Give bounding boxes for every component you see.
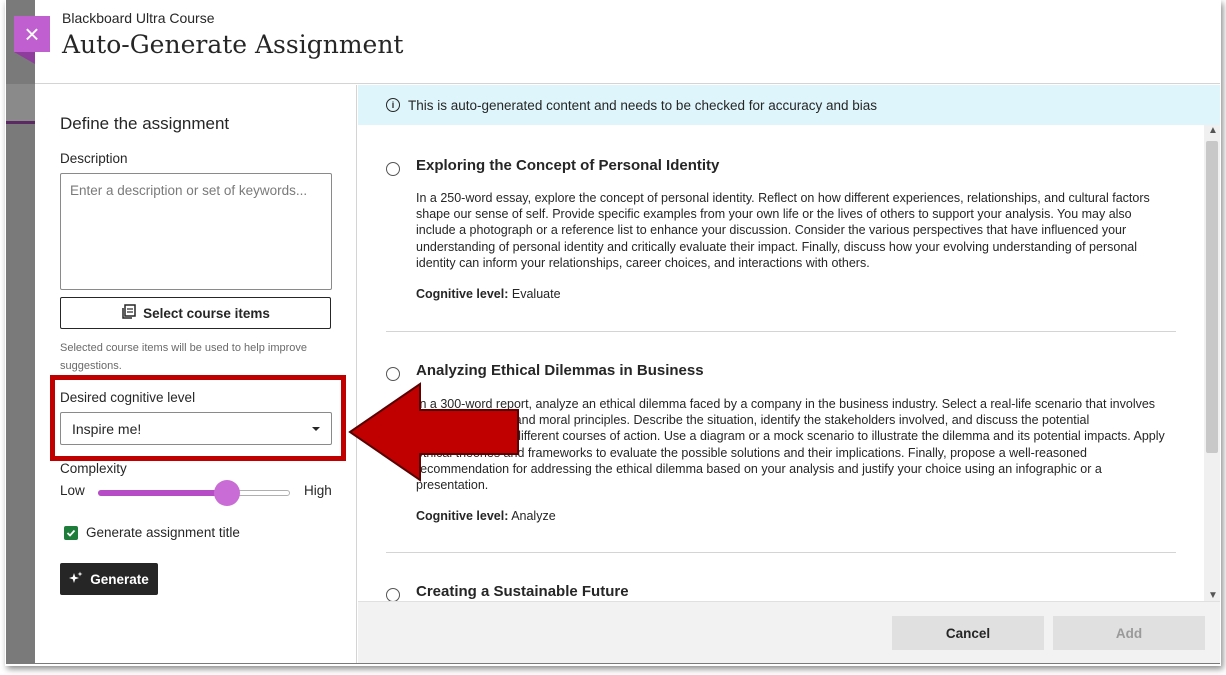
close-panel-button[interactable]: × <box>14 16 50 52</box>
sparkle-icon <box>69 571 83 588</box>
scrollbar-thumb[interactable] <box>1206 141 1218 453</box>
suggestions-list: Exploring the Concept of Personal Identi… <box>358 125 1220 601</box>
suggestion-title: Exploring the Concept of Personal Identi… <box>416 157 720 174</box>
panel-header: Blackboard Ultra Course Auto-Generate As… <box>35 0 1220 84</box>
course-breadcrumb: Blackboard Ultra Course <box>62 10 215 26</box>
form-section-title: Define the assignment <box>60 114 230 133</box>
suggestion-divider <box>386 331 1176 332</box>
description-label: Description <box>60 151 128 166</box>
page-title: Auto-Generate Assignment <box>62 30 404 59</box>
generate-button[interactable]: Generate <box>60 563 158 595</box>
suggestion-radio[interactable] <box>386 367 400 381</box>
annotation-arrow-icon <box>348 382 519 482</box>
suggestion-divider <box>386 552 1176 553</box>
complexity-high-label: High <box>304 483 332 498</box>
generate-label: Generate <box>90 571 149 587</box>
info-icon: i <box>386 98 400 112</box>
cognitive-level-text: Evaluate <box>511 287 561 301</box>
complexity-slider-row: Low High <box>60 480 335 506</box>
complexity-slider-thumb[interactable] <box>213 480 240 506</box>
generate-title-row: Generate assignment title <box>64 525 240 540</box>
generate-title-checkbox[interactable] <box>64 525 78 540</box>
cognitive-level-key: Cognitive level: <box>416 287 509 301</box>
notice-text: This is auto-generated content and needs… <box>408 97 878 113</box>
suggestion-description: In a 250-word essay, explore the concept… <box>416 191 1150 270</box>
generate-title-label: Generate assignment title <box>86 525 240 540</box>
auto-generated-notice: i This is auto-generated content and nee… <box>358 85 1220 125</box>
suggestion-radio[interactable] <box>386 162 400 176</box>
suggestion-cognitive-level: Cognitive level: Evaluate <box>416 287 561 301</box>
suggestion-title: Analyzing Ethical Dilemmas in Business <box>416 362 704 379</box>
suggestion-description: In a 300-word report, analyze an ethical… <box>416 397 1165 493</box>
annotation-highlight-box <box>50 375 346 461</box>
suggestion-cognitive-level: Cognitive level: Analyze <box>416 509 556 523</box>
complexity-low-label: Low <box>60 483 85 498</box>
complexity-label: Complexity <box>60 461 127 476</box>
description-placeholder: Enter a description or set of keywords..… <box>70 183 308 198</box>
checkmark-icon <box>66 529 76 537</box>
auto-generate-panel: Blackboard Ultra Course Auto-Generate As… <box>35 0 1220 663</box>
complexity-slider-fill <box>98 490 227 496</box>
scroll-up-icon[interactable]: ▲ <box>1208 125 1218 136</box>
cognitive-level-key: Cognitive level: <box>416 509 509 523</box>
suggestions-scrollbar[interactable]: ▲ ▼ <box>1204 125 1220 601</box>
scroll-down-icon[interactable]: ▼ <box>1208 590 1218 601</box>
add-button[interactable]: Add <box>1053 616 1205 650</box>
close-icon: × <box>24 19 40 49</box>
suggestion-title: Creating a Sustainable Future <box>416 583 629 600</box>
document-stack-icon <box>121 304 136 322</box>
cognitive-level-text: Analyze <box>511 509 556 523</box>
suggestions-column: i This is auto-generated content and nee… <box>358 85 1220 663</box>
select-course-items-button[interactable]: Select course items <box>60 297 331 329</box>
close-tab-notch <box>14 52 35 64</box>
description-input[interactable]: Enter a description or set of keywords..… <box>60 173 332 290</box>
cancel-button[interactable]: Cancel <box>892 616 1044 650</box>
suggestion-radio[interactable] <box>386 588 400 601</box>
assignment-form: Define the assignment Description Enter … <box>35 85 357 663</box>
panel-footer: Cancel Add <box>358 601 1220 663</box>
select-course-items-label: Select course items <box>143 305 270 321</box>
select-items-helper-text: Selected course items will be used to he… <box>60 342 308 372</box>
